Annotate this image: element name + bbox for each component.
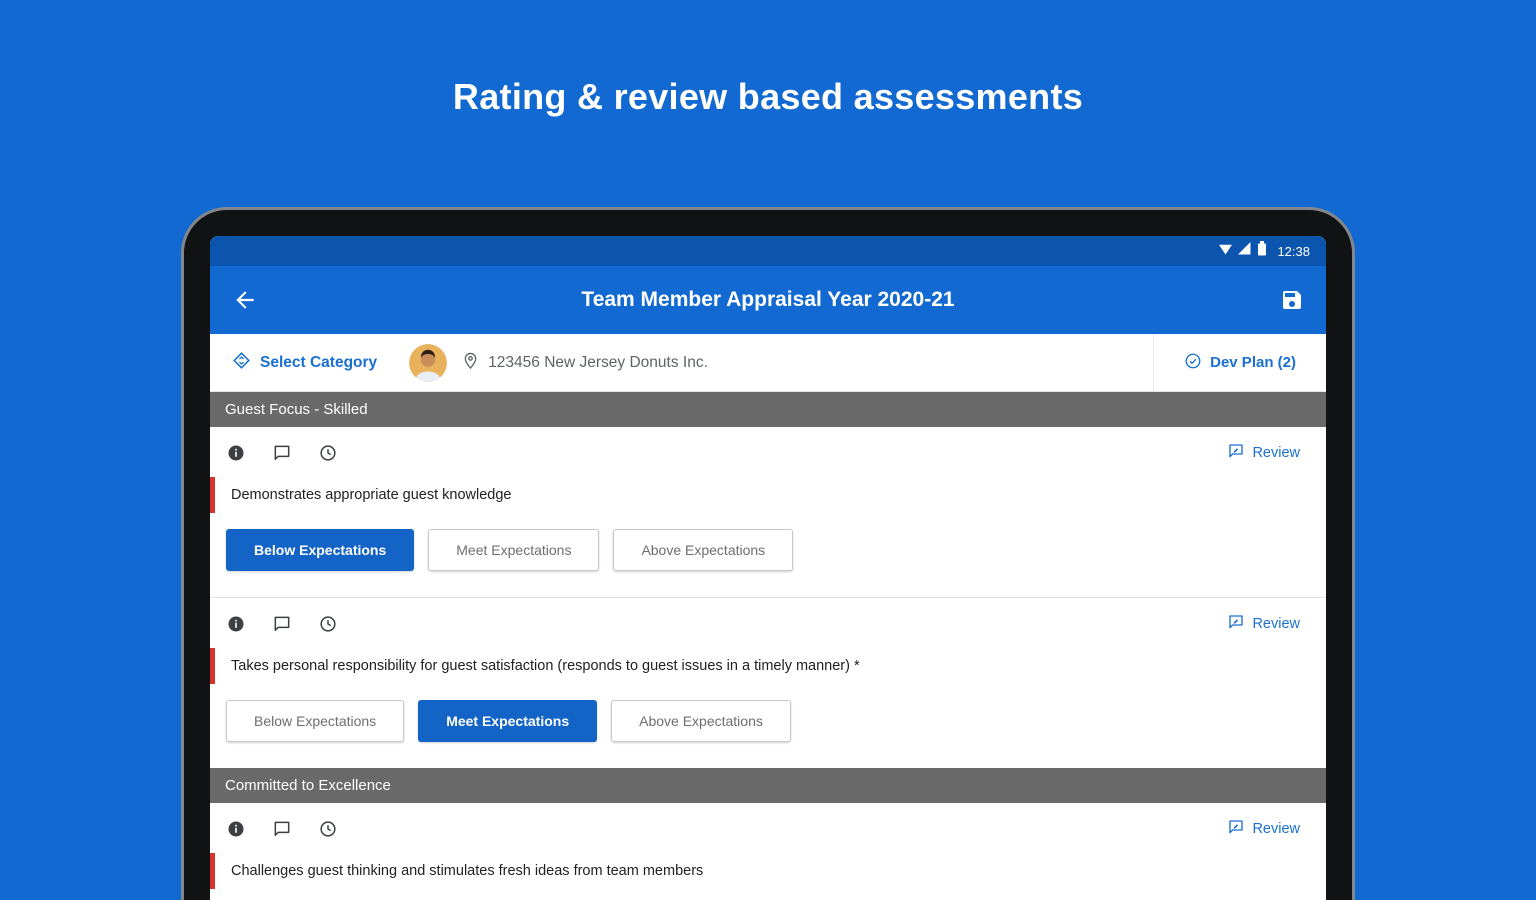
marketing-background: Rating & review based assessments 12:38 — [0, 0, 1536, 900]
select-category-button[interactable]: Select Category — [226, 350, 383, 376]
option-meet-expectations[interactable]: Meet Expectations — [418, 700, 598, 742]
toolbar: Select Category 123456 New Jersey Donuts… — [210, 334, 1326, 392]
review-button[interactable]: Review — [1221, 612, 1306, 636]
review-label: Review — [1252, 616, 1300, 632]
category-icon — [232, 351, 251, 375]
item-icons — [226, 614, 338, 634]
option-below-expectations[interactable]: Below Expectations — [226, 700, 405, 742]
section-header: Guest Focus - Skilled — [210, 392, 1326, 427]
check-circle-icon — [1184, 352, 1202, 374]
option-above-expectations[interactable]: Above Expectations — [611, 700, 791, 742]
app-bar: Team Member Appraisal Year 2020-21 — [210, 266, 1326, 334]
item-toolbar: Review — [210, 598, 1326, 642]
rate-review-icon — [1227, 442, 1245, 464]
option-below-expectations[interactable]: Below Expectations — [226, 529, 415, 571]
history-icon[interactable] — [318, 819, 338, 839]
location-pin-icon — [461, 351, 480, 375]
back-button[interactable] — [232, 287, 258, 313]
question-text: Takes personal responsibility for guest … — [231, 658, 860, 674]
info-icon[interactable] — [226, 819, 246, 839]
review-label: Review — [1252, 445, 1300, 461]
tablet-screen: 12:38 Team Member Appraisal Year 2020-21 — [210, 236, 1326, 900]
comment-icon[interactable] — [272, 443, 292, 463]
info-icon[interactable] — [226, 443, 246, 463]
assessment-item: Review Takes personal responsibility for… — [210, 598, 1326, 768]
status-bar: 12:38 — [210, 236, 1326, 266]
question-row: Demonstrates appropriate guest knowledge — [210, 477, 1326, 513]
avatar[interactable] — [409, 343, 448, 382]
wifi-icon — [1219, 242, 1233, 260]
rate-review-icon — [1227, 613, 1245, 635]
location-text: 123456 New Jersey Donuts Inc. — [488, 353, 708, 371]
toolbar-right: Dev Plan (2) — [1153, 334, 1326, 391]
history-icon[interactable] — [318, 614, 338, 634]
item-icons — [226, 819, 338, 839]
rate-review-icon — [1227, 818, 1245, 840]
cell-signal-icon — [1238, 242, 1251, 260]
question-text: Challenges guest thinking and stimulates… — [231, 863, 704, 879]
assessment-item: Review Challenges guest thinking and sti… — [210, 803, 1326, 897]
save-button[interactable] — [1280, 288, 1304, 312]
item-icons — [226, 443, 338, 463]
dev-plan-button[interactable]: Dev Plan (2) — [1178, 351, 1302, 375]
assessment-item: Review Demonstrates appropriate guest kn… — [210, 427, 1326, 597]
item-toolbar: Review — [210, 427, 1326, 471]
question-row: Challenges guest thinking and stimulates… — [210, 853, 1326, 889]
status-time: 12:38 — [1277, 243, 1310, 259]
info-icon[interactable] — [226, 614, 246, 634]
tablet-frame: 12:38 Team Member Appraisal Year 2020-21 — [181, 207, 1355, 900]
question-text: Demonstrates appropriate guest knowledge — [231, 487, 512, 503]
option-above-expectations[interactable]: Above Expectations — [613, 529, 794, 571]
rating-options: Below Expectations Meet Expectations Abo… — [210, 692, 1326, 768]
review-label: Review — [1252, 821, 1300, 837]
app-bar-title: Team Member Appraisal Year 2020-21 — [581, 288, 955, 311]
select-category-label: Select Category — [260, 353, 378, 371]
dev-plan-label: Dev Plan (2) — [1210, 354, 1296, 371]
comment-icon[interactable] — [272, 819, 292, 839]
battery-icon — [1257, 241, 1267, 261]
question-row: Takes personal responsibility for guest … — [210, 648, 1326, 684]
review-button[interactable]: Review — [1221, 441, 1306, 465]
option-meet-expectations[interactable]: Meet Expectations — [428, 529, 600, 571]
review-button[interactable]: Review — [1221, 817, 1306, 841]
section-header: Committed to Excellence — [210, 768, 1326, 803]
location-info: 123456 New Jersey Donuts Inc. — [461, 351, 708, 375]
history-icon[interactable] — [318, 443, 338, 463]
page-title: Rating & review based assessments — [452, 76, 1084, 117]
comment-icon[interactable] — [272, 614, 292, 634]
rating-options: Below Expectations Meet Expectations Abo… — [210, 521, 1326, 597]
item-toolbar: Review — [210, 803, 1326, 847]
